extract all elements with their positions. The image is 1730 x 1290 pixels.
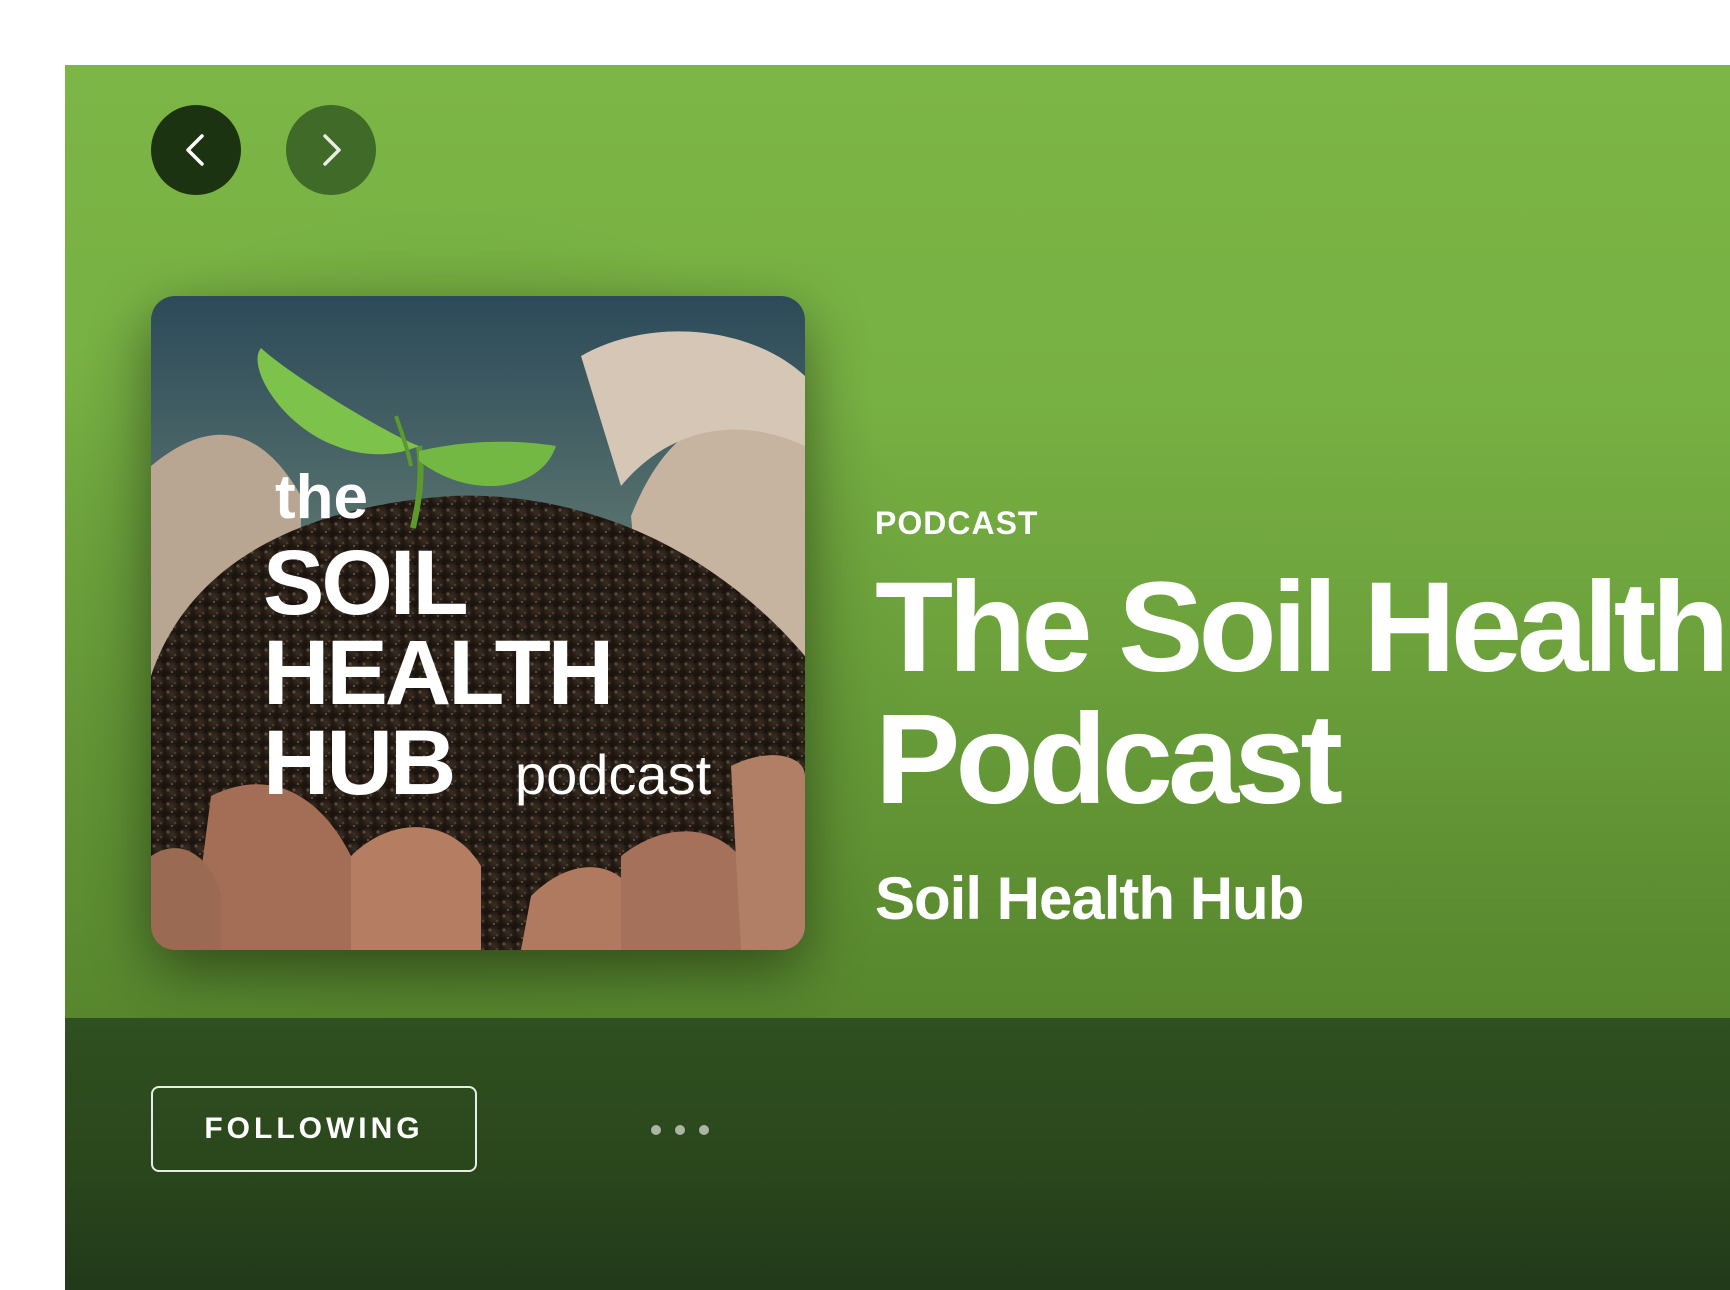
forward-button[interactable] [286,105,376,195]
back-button[interactable] [151,105,241,195]
podcast-author-link[interactable]: Soil Health Hub [875,864,1725,933]
podcast-page: the SOIL HEALTH HUB podcast PODCAST The … [65,65,1730,1290]
podcast-title-line1: The Soil Health [875,556,1730,699]
content-type-label: PODCAST [875,505,1039,541]
podcast-title-line2: Podcast [875,688,1343,831]
following-button[interactable]: FOLLOWING [151,1086,477,1172]
chevron-right-icon [323,134,341,166]
cover-text-health: HEALTH [263,622,611,724]
more-options-icon [651,1125,661,1135]
action-bar: FOLLOWING [65,1018,1730,1290]
hero-header: the SOIL HEALTH HUB podcast PODCAST The … [65,65,1730,1018]
podcast-meta: PODCAST The Soil Health Podcast Soil Hea… [875,505,1730,933]
cover-text-soil: SOIL [263,532,466,634]
cover-text-podcast: podcast [515,743,712,806]
cover-image: the SOIL HEALTH HUB podcast [151,296,805,950]
chevron-left-icon [186,134,204,166]
cover-text-hub: HUB [263,712,453,814]
podcast-cover-art: the SOIL HEALTH HUB podcast [151,296,805,950]
cover-text-the: the [275,463,368,532]
more-options-button[interactable] [635,1108,725,1152]
podcast-title: The Soil Health Podcast [875,562,1730,826]
